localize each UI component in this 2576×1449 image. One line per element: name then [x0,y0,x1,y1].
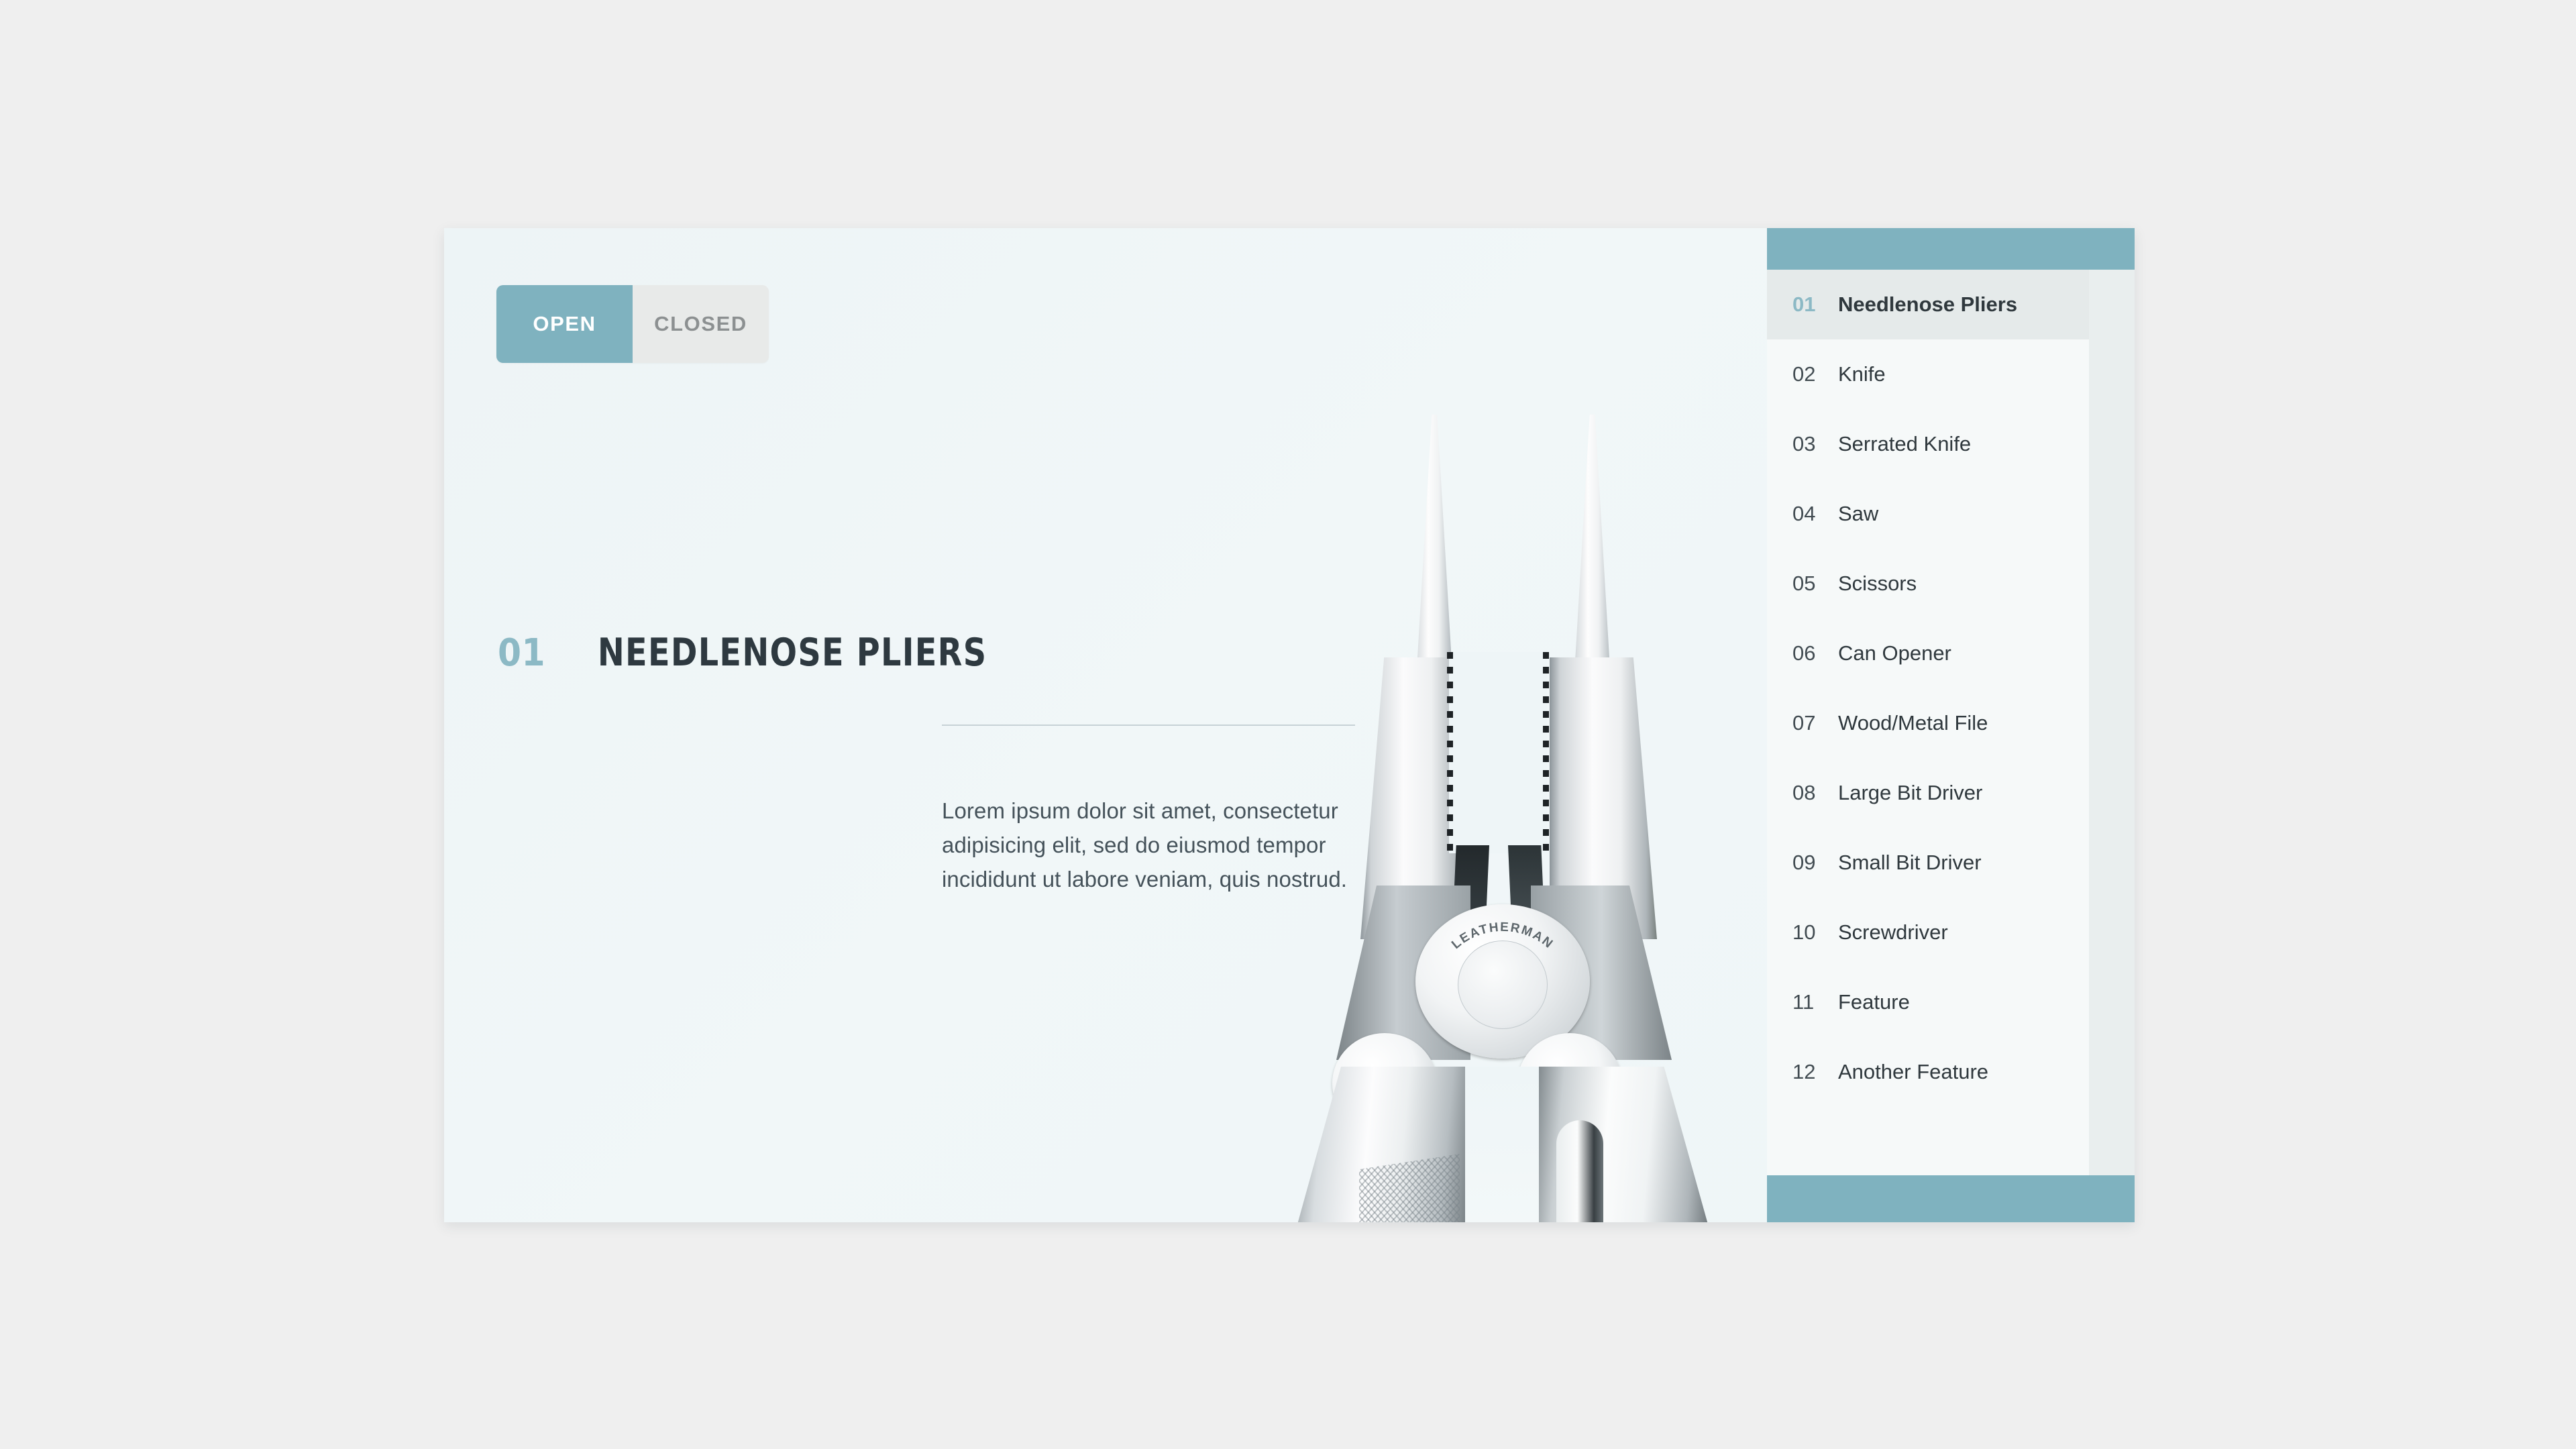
pliers-serrated-gap [1447,652,1549,853]
headline-title: NEEDLENOSE PLIERS [597,631,987,675]
left-content-pane: OPEN CLOSED 01 NEEDLENOSE PLIERS Lorem i… [444,228,1766,1222]
list-item[interactable]: 06 Can Opener [1767,619,2089,688]
pliers-tip-left [1413,415,1456,730]
pliers-tip-right [1571,415,1614,730]
pliers-pivot-disc: LEATHERMAN [1415,904,1590,1059]
list-item-label: Another Feature [1838,1060,1989,1083]
feature-list[interactable]: 01 Needlenose Pliers 02 Knife 03 Serrated Kni… [1767,270,2089,1175]
list-item-number: 09 [1792,851,1816,874]
pliers-jaw-right [1550,657,1657,939]
headline-number: 01 [498,631,546,675]
toggle-option-closed[interactable]: CLOSED [633,285,769,363]
list-item[interactable]: 08 Large Bit Driver [1767,758,2089,828]
leatherman-brand-engraving: LEATHERMAN [1449,920,1556,952]
list-item[interactable]: 03 Serrated Knife [1767,409,2089,479]
pliers-cutter-left [1452,845,1489,946]
brand-text: LEATHERMAN [1449,920,1556,952]
sidebar-bottom-accent-bar [1767,1175,2135,1222]
product-feature-card: OPEN CLOSED 01 NEEDLENOSE PLIERS Lorem i… [444,228,2135,1222]
pliers-rivet-right [1517,1033,1622,1134]
list-item-number: 03 [1792,432,1816,455]
list-item-label: Saw [1838,502,1879,525]
pliers-cutter-right [1508,845,1546,946]
pliers-shoulder-left [1336,885,1470,1060]
list-item-number: 04 [1792,502,1816,525]
list-item-label: Large Bit Driver [1838,781,1983,804]
list-item-label: Needlenose Pliers [1838,292,2018,316]
list-item-number: 08 [1792,781,1816,804]
list-item[interactable]: 07 Wood/Metal File [1767,688,2089,758]
sidebar-scrollbar-track[interactable] [2089,270,2135,1175]
pliers-file-texture [1359,1154,1460,1222]
list-item-number: 07 [1792,711,1816,735]
pliers-rivet-left [1332,1033,1437,1134]
list-item-number: 02 [1792,362,1816,386]
list-item-label: Can Opener [1838,641,1951,665]
list-item[interactable]: 04 Saw [1767,479,2089,549]
list-item[interactable]: 10 Screwdriver [1767,898,2089,967]
list-item-label: Serrated Knife [1838,432,1972,455]
list-item[interactable]: 12 Another Feature [1767,1037,2089,1107]
pliers-handle-right [1539,1067,1708,1222]
open-closed-toggle[interactable]: OPEN CLOSED [496,285,769,363]
list-item-label: Scissors [1838,572,1917,595]
list-item-number: 11 [1792,990,1815,1014]
page-title: 01 NEEDLENOSE PLIERS [498,631,1002,675]
list-item-number: 12 [1792,1060,1816,1083]
list-item[interactable]: 09 Small Bit Driver [1767,828,2089,898]
list-item-label: Small Bit Driver [1838,851,1982,874]
list-item-number: 10 [1792,920,1816,944]
pliers-handle-gap [1465,1067,1539,1222]
list-item-label: Screwdriver [1838,920,1948,944]
pliers-handle-left [1297,1067,1465,1222]
feature-list-sidebar: 01 Needlenose Pliers 02 Knife 03 Serrated Kni… [1767,228,2135,1222]
title-divider [942,724,1355,726]
list-item-number: 01 [1792,292,1816,316]
list-item[interactable]: 05 Scissors [1767,549,2089,619]
pliers-shoulder-right [1531,885,1672,1060]
description-text: Lorem ipsum dolor sit amet, consectetur … [942,798,1348,892]
pliers-jaw-left [1360,657,1468,939]
list-item-number: 06 [1792,641,1816,665]
list-item-label: Knife [1838,362,1886,386]
list-item-label: Wood/Metal File [1838,711,1988,735]
pliers-tool-slot [1556,1120,1603,1222]
list-item-number: 05 [1792,572,1816,595]
list-item[interactable]: 01 Needlenose Pliers [1767,270,2089,339]
sidebar-top-accent-bar [1767,228,2135,270]
list-item[interactable]: 02 Knife [1767,339,2089,409]
toggle-option-open[interactable]: OPEN [496,285,633,363]
list-item-label: Feature [1838,990,1910,1014]
list-item[interactable]: 11 Feature [1767,967,2089,1037]
pivot-inner-ring [1458,940,1548,1029]
